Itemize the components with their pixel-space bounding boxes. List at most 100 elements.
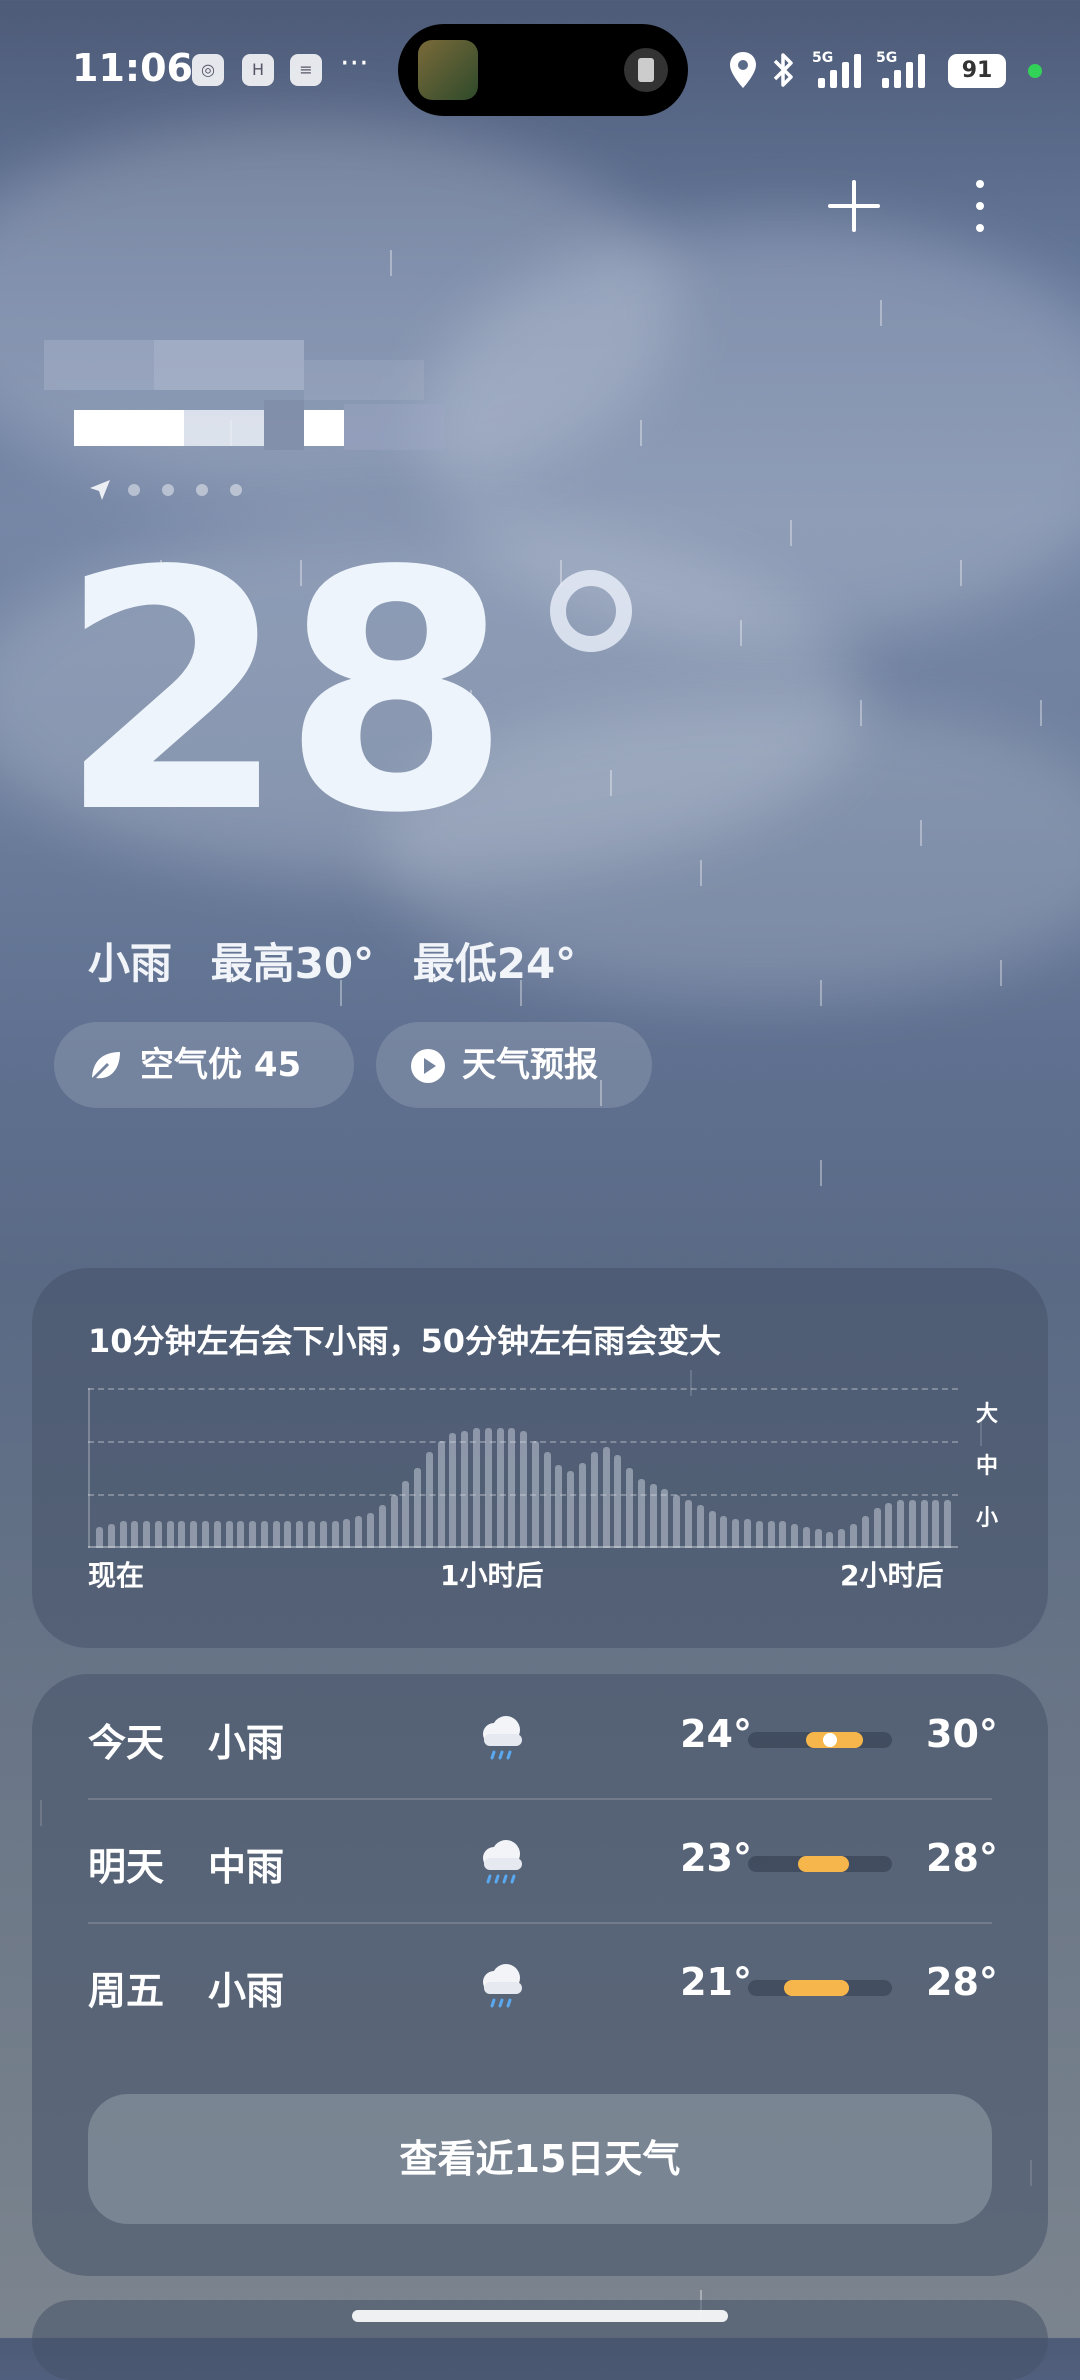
forecast-day: 明天 <box>88 1845 165 1889</box>
weather-forecast-video-button[interactable]: 天气预报 <box>376 1022 652 1108</box>
game-thumbnail[interactable] <box>418 40 478 100</box>
h-app-icon: H <box>242 54 274 86</box>
precipitation-bar <box>260 1521 268 1548</box>
x-label-1h: 1小时后 <box>440 1559 544 1592</box>
precipitation-bar <box>826 1532 834 1548</box>
temperature-range-bar <box>748 1732 892 1748</box>
forecast-row-friday[interactable]: 周五 小雨 21° 28° <box>32 1922 1048 2046</box>
precipitation-bar <box>190 1521 198 1548</box>
light-rain-icon <box>483 1716 522 1760</box>
rain-streak <box>1000 960 1002 986</box>
precipitation-card[interactable]: 10分钟左右会下小雨，50分钟左右雨会变大 大 中 小 现在 1小时后 2小时后 <box>32 1268 1048 1648</box>
x-label-2h: 2小时后 <box>840 1559 944 1592</box>
leaf-icon <box>90 1052 120 1082</box>
precipitation-bar <box>96 1527 103 1548</box>
precipitation-bar <box>673 1495 681 1548</box>
precipitation-bar <box>520 1431 528 1548</box>
precipitation-bar <box>225 1521 233 1548</box>
rain-streak <box>700 860 702 886</box>
precipitation-bar <box>143 1521 151 1548</box>
precipitation-bar <box>791 1524 799 1548</box>
more-notifications-icon: ··· <box>340 46 369 81</box>
air-quality-button[interactable]: 空气优 45 <box>54 1022 354 1108</box>
precipitation-bar <box>696 1505 704 1548</box>
air-quality-label: 空气优 45 <box>140 1045 302 1085</box>
precipitation-bar <box>732 1519 740 1548</box>
light-rain-icon <box>483 1964 522 2008</box>
precipitation-bar <box>202 1521 210 1548</box>
forecast-high: 28° <box>926 1960 998 2004</box>
rain-streak <box>920 820 922 846</box>
precipitation-bar <box>543 1452 551 1548</box>
precipitation-bar <box>284 1521 292 1548</box>
precipitation-bar <box>414 1468 422 1548</box>
battery-indicator: 91 <box>948 54 1006 88</box>
forecast-row-tomorrow[interactable]: 明天 中雨 23° 28° <box>32 1798 1048 1922</box>
precipitation-bar <box>472 1428 480 1548</box>
precipitation-bar <box>838 1529 846 1548</box>
rain-streak <box>1040 700 1042 726</box>
precipitation-bar <box>319 1521 327 1548</box>
location-name-redacted <box>44 340 444 450</box>
precipitation-bar <box>402 1481 410 1548</box>
daily-forecast-card: 今天 小雨 24° 30° 明天 中雨 23° 28° 周五 小雨 21° 28… <box>32 1674 1048 2276</box>
precipitation-bar <box>661 1489 669 1548</box>
precipitation-bar <box>708 1511 716 1548</box>
view-15-day-forecast-button[interactable]: 查看近15日天气 <box>88 2094 992 2224</box>
range-fill <box>798 1856 849 1872</box>
precipitation-bar <box>779 1521 787 1548</box>
precipitation-bar <box>484 1428 492 1548</box>
precipitation-bar <box>637 1479 645 1548</box>
precipitation-bar <box>602 1447 610 1548</box>
more-options-button[interactable] <box>970 176 990 236</box>
forecast-low: 23° <box>680 1836 752 1880</box>
forecast-day: 周五 <box>88 1969 165 2013</box>
calculator-icon[interactable] <box>624 48 668 92</box>
add-city-button[interactable] <box>826 178 882 234</box>
forecast-row-today[interactable]: 今天 小雨 24° 30° <box>32 1674 1048 1798</box>
rain-streak <box>960 560 962 586</box>
precipitation-bar <box>885 1503 893 1548</box>
signal-bars-icon <box>816 52 870 88</box>
precipitation-bar <box>390 1495 398 1548</box>
precipitation-bar <box>437 1441 445 1548</box>
precipitation-chart: 大 中 小 <box>88 1388 998 1548</box>
forecast-low: 24° <box>680 1712 752 1756</box>
current-temperature: 28 <box>58 501 511 885</box>
precipitation-bar <box>119 1521 127 1548</box>
precipitation-bar <box>461 1431 469 1548</box>
privacy-dot <box>1028 64 1042 78</box>
precipitation-bar <box>590 1452 598 1548</box>
rain-streak <box>610 770 612 796</box>
home-indicator[interactable] <box>352 2310 728 2322</box>
play-icon <box>411 1049 445 1083</box>
precipitation-bar <box>107 1524 115 1548</box>
precipitation-bar <box>213 1521 221 1548</box>
precipitation-bar <box>508 1428 516 1548</box>
precipitation-bar <box>908 1500 916 1548</box>
weather-summary: 小雨 最高30° 最低24° <box>88 930 600 991</box>
precipitation-bar <box>944 1500 952 1548</box>
precipitation-bar <box>166 1521 174 1548</box>
signal-bars-icon <box>880 52 934 88</box>
precipitation-bar <box>849 1524 857 1548</box>
rain-streak <box>860 700 862 726</box>
precipitation-bar <box>720 1516 728 1548</box>
precipitation-bar <box>178 1521 186 1548</box>
precipitation-bar <box>272 1521 280 1548</box>
precipitation-bar <box>897 1500 905 1548</box>
rain-streak <box>820 980 822 1006</box>
temperature-range-bar <box>748 1856 892 1872</box>
condition-text: 小雨 <box>88 939 173 988</box>
forecast-low: 21° <box>680 1960 752 2004</box>
sphere-app-icon: ◎ <box>192 54 224 86</box>
precipitation-bar <box>366 1513 374 1548</box>
precipitation-bar <box>685 1500 693 1548</box>
current-temp-marker <box>822 1733 837 1747</box>
precipitation-bar <box>308 1521 316 1548</box>
precipitation-bar <box>649 1484 657 1548</box>
precipitation-bar <box>531 1441 539 1548</box>
precipitation-bar <box>626 1468 634 1548</box>
y-label-light: 小 <box>975 1506 998 1531</box>
dynamic-island[interactable] <box>398 24 688 116</box>
